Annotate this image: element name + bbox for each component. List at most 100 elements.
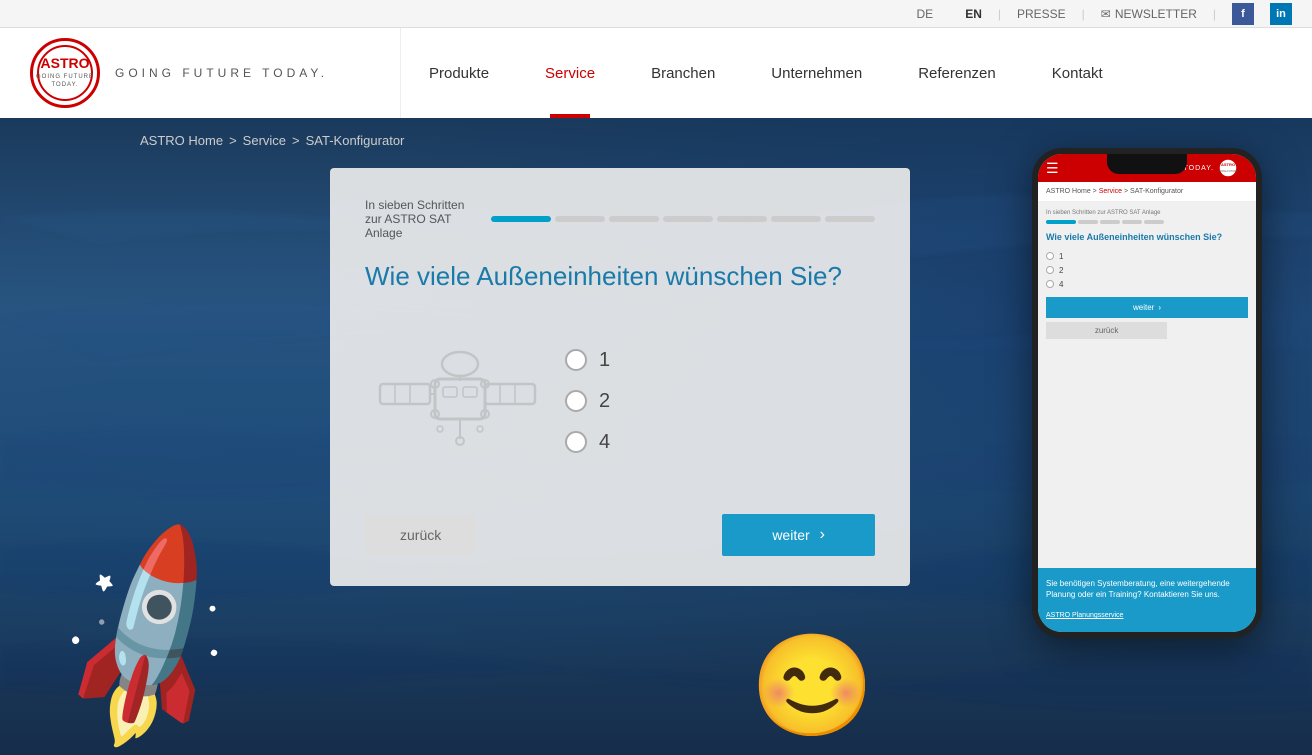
question-title: Wie viele Außeneinheiten wünschen Sie? [365, 260, 875, 294]
svg-text:GOING FUTURE: GOING FUTURE [36, 74, 94, 80]
smiley-emoji: 😊 [750, 628, 875, 745]
radio-circle-4 [565, 431, 587, 453]
phone-radio-1 [1046, 252, 1054, 260]
nav-item-unternehmen[interactable]: Unternehmen [743, 28, 890, 118]
step-seg-2 [555, 216, 605, 222]
newsletter-label: NEWSLETTER [1115, 7, 1197, 21]
phone-radio-4 [1046, 280, 1054, 288]
options-area: 1 2 4 [565, 349, 875, 454]
phone-step-3 [1100, 220, 1120, 224]
next-button-label: weiter [772, 527, 809, 543]
svg-text:ASTRO: ASTRO [41, 55, 90, 71]
step-seg-5 [717, 216, 767, 222]
envelope-icon: ✉ [1101, 7, 1111, 21]
fb-label: f [1241, 8, 1245, 20]
phone-bottom-text: Sie benötigen Systemberatung, eine weite… [1046, 578, 1248, 600]
phone-planning-link[interactable]: ASTRO Planungsservice [1046, 612, 1123, 619]
breadcrumb-home[interactable]: ASTRO Home [140, 133, 223, 148]
breadcrumb-service[interactable]: Service [243, 133, 286, 148]
step-seg-4 [663, 216, 713, 222]
facebook-icon[interactable]: f [1232, 3, 1254, 25]
phone-option-label-1: 1 [1059, 252, 1063, 261]
breadcrumb: ASTRO Home > Service > SAT-Konfigurator [140, 133, 404, 148]
sep2: | [1082, 7, 1085, 21]
next-arrow-icon: › [820, 526, 825, 544]
lang-en[interactable]: EN [965, 7, 982, 21]
step-seg-3 [609, 216, 659, 222]
phone-weiter-label: weiter [1133, 303, 1154, 312]
li-label: in [1276, 8, 1286, 20]
nav-item-branchen[interactable]: Branchen [623, 28, 743, 118]
step-seg-6 [771, 216, 821, 222]
svg-text:TODAY.: TODAY. [51, 82, 78, 88]
option-label-4: 4 [599, 431, 610, 454]
phone-bottom-info: Sie benötigen Systemberatung, eine weite… [1038, 568, 1256, 632]
logo-tagline: GOING FUTURE TODAY. [115, 66, 328, 80]
sep1: | [998, 7, 1001, 21]
phone-question: Wie viele Außeneinheiten wünschen Sie? [1046, 232, 1248, 244]
option-label-2: 2 [599, 390, 610, 413]
main-nav: Produkte Service Branchen Unternehmen Re… [400, 28, 1312, 118]
option-4[interactable]: 4 [565, 431, 875, 454]
logo-tagline-area: GOING FUTURE TODAY. [115, 66, 328, 80]
phone-notch [1107, 154, 1187, 174]
sep3: | [1213, 7, 1216, 21]
phone-weiter-button[interactable]: weiter › [1046, 297, 1248, 318]
lang-de[interactable]: DE [917, 7, 934, 21]
breadcrumb-sep1: > [229, 133, 237, 148]
satellite-svg [365, 319, 545, 479]
site-header: ASTRO GOING FUTURE TODAY. GOING FUTURE T… [0, 28, 1312, 118]
presse-label: PRESSE [1017, 7, 1066, 21]
phone-body: In sieben Schritten zur ASTRO SAT Anlage… [1038, 202, 1256, 347]
step-seg-1 [491, 216, 551, 222]
next-button[interactable]: weiter › [722, 514, 875, 556]
phone-step-4 [1122, 220, 1142, 224]
nav-item-produkte[interactable]: Produkte [401, 28, 517, 118]
step-intro-text: In sieben Schritten zur ASTRO SAT Anlage [365, 198, 483, 240]
option-1[interactable]: 1 [565, 349, 875, 372]
radio-circle-2 [565, 390, 587, 412]
phone-option-label-2: 2 [1059, 266, 1063, 275]
phone-option-2[interactable]: 2 [1046, 266, 1248, 275]
nav-item-kontakt[interactable]: Kontakt [1024, 28, 1131, 118]
hamburger-icon: ☰ [1046, 160, 1059, 177]
card-footer: zurück weiter › [365, 514, 875, 556]
configurator-card: In sieben Schritten zur ASTRO SAT Anlage… [330, 168, 910, 586]
newsletter-link[interactable]: ✉ NEWSLETTER [1101, 7, 1197, 21]
phone-breadcrumb: ASTRO Home > Service > SAT-Konfigurator [1038, 182, 1256, 202]
card-body: 1 2 4 [365, 319, 875, 484]
phone-step-1 [1046, 220, 1076, 224]
phone-step-bar [1046, 220, 1248, 224]
radio-circle-1 [565, 349, 587, 371]
main-content: ASTRO Home > Service > SAT-Konfigurator … [0, 118, 1312, 755]
step-seg-7 [825, 216, 875, 222]
top-bar: DE EN | PRESSE | ✉ NEWSLETTER | f in [0, 0, 1312, 28]
breadcrumb-sep2: > [292, 133, 300, 148]
back-button[interactable]: zurück [365, 515, 476, 555]
satellite-illustration [365, 319, 545, 484]
phone-option-1[interactable]: 1 [1046, 252, 1248, 261]
option-label-1: 1 [599, 349, 610, 372]
logo-area: ASTRO GOING FUTURE TODAY. GOING FUTURE T… [0, 38, 400, 108]
phone-step-text: In sieben Schritten zur ASTRO SAT Anlage [1046, 210, 1248, 216]
phone-option-4[interactable]: 4 [1046, 280, 1248, 289]
phone-step-2 [1078, 220, 1098, 224]
step-progress-bar [491, 216, 875, 222]
phone-zuruck-button[interactable]: zurück [1046, 322, 1167, 339]
phone-step-5 [1144, 220, 1164, 224]
svg-text:ASTRO: ASTRO [1221, 162, 1235, 167]
logo-circle: ASTRO GOING FUTURE TODAY. [30, 38, 100, 108]
nav-item-referenzen[interactable]: Referenzen [890, 28, 1024, 118]
nav-item-service[interactable]: Service [517, 28, 623, 118]
phone-radio-2 [1046, 266, 1054, 274]
phone-weiter-arrow-icon: › [1158, 303, 1161, 312]
presse-link[interactable]: PRESSE [1017, 7, 1066, 21]
breadcrumb-current: SAT-Konfigurator [306, 133, 405, 148]
linkedin-icon[interactable]: in [1270, 3, 1292, 25]
astro-logo-svg: ASTRO GOING FUTURE TODAY. [36, 44, 94, 102]
phone-mockup: ☰ GOING FUTURE TODAY. ASTRO GOING FUTURE… [1032, 148, 1262, 638]
phone-logo-icon: ASTRO GOING FUTURE [1218, 158, 1248, 178]
step-indicator: In sieben Schritten zur ASTRO SAT Anlage [365, 198, 875, 240]
option-2[interactable]: 2 [565, 390, 875, 413]
phone-option-label-4: 4 [1059, 280, 1063, 289]
